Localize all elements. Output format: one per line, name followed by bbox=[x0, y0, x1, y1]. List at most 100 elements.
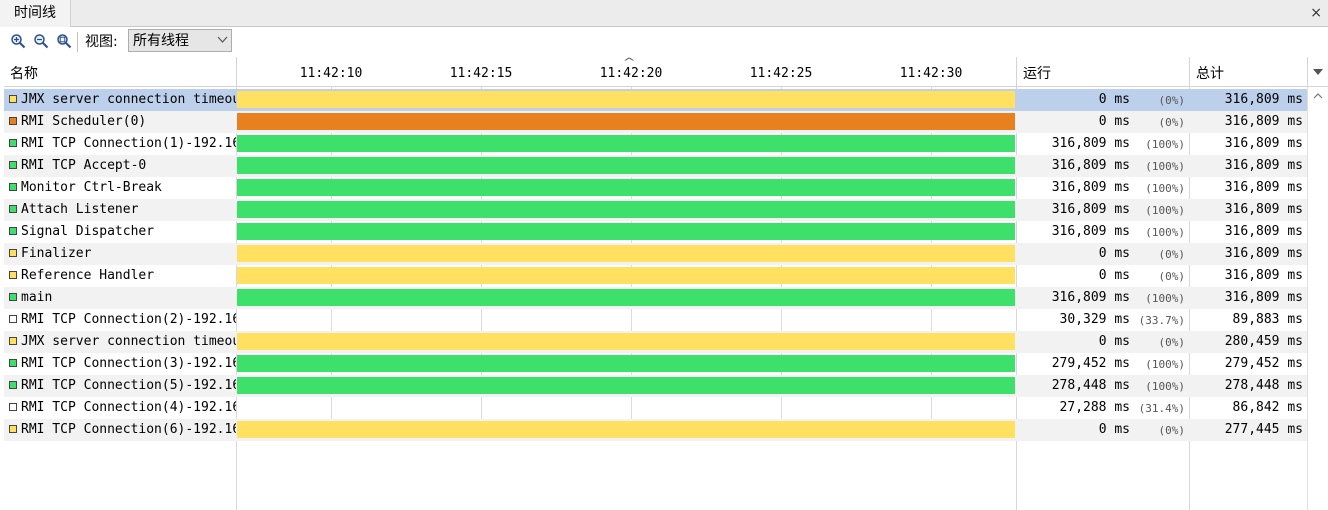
thread-row[interactable]: RMI TCP Connection(1)-192.168 316,809 ms (… bbox=[4, 133, 1307, 155]
thread-running-percent: (100%) bbox=[1145, 226, 1185, 239]
thread-total-time: 316,809 ms bbox=[1224, 246, 1303, 261]
thread-timeline-bar bbox=[237, 157, 1015, 174]
thread-state-icon bbox=[9, 381, 17, 389]
thread-row[interactable]: RMI TCP Connection(3)-192.168 279,452 ms (… bbox=[4, 353, 1307, 375]
thread-running-time: 0 ms bbox=[1098, 114, 1130, 129]
thread-row[interactable]: RMI TCP Connection(4)-192.168 27,288 ms (3… bbox=[4, 397, 1307, 419]
thread-name: JMX server connection timeout bbox=[21, 92, 236, 107]
thread-row[interactable]: JMX server connection timeout 0 ms (0%) 280… bbox=[4, 331, 1307, 353]
thread-timeline-bar bbox=[237, 377, 1015, 394]
thread-total-time: 316,809 ms bbox=[1224, 114, 1303, 129]
thread-state-icon bbox=[9, 359, 17, 367]
thread-total-time: 316,809 ms bbox=[1224, 158, 1303, 173]
thread-name: Attach Listener bbox=[21, 202, 139, 217]
thread-name-cell: Finalizer bbox=[4, 243, 236, 265]
thread-running-percent: (0%) bbox=[1158, 248, 1186, 261]
thread-row[interactable]: RMI TCP Connection(5)-192.168 278,448 ms (… bbox=[4, 375, 1307, 397]
thread-state-icon bbox=[9, 249, 17, 257]
column-header-name[interactable]: 名称 bbox=[4, 57, 236, 87]
thread-running-time: 279,452 ms bbox=[1051, 356, 1130, 371]
thread-state-icon bbox=[9, 425, 17, 433]
thread-running-percent: (0%) bbox=[1158, 424, 1186, 437]
thread-row[interactable]: JMX server connection timeout 0 ms (0%) 316… bbox=[4, 89, 1307, 111]
thread-row[interactable]: Signal Dispatcher 316,809 ms (100%) 316,809… bbox=[4, 221, 1307, 243]
thread-row[interactable]: Finalizer 0 ms (0%) 316,809 ms bbox=[4, 243, 1307, 265]
thread-total-time: 278,448 ms bbox=[1224, 378, 1303, 393]
thread-state-icon bbox=[9, 337, 17, 345]
thread-total-time: 86,842 ms bbox=[1232, 400, 1303, 415]
zoom-in-icon[interactable] bbox=[10, 33, 26, 49]
thread-timeline-bar bbox=[237, 289, 1015, 306]
thread-running-time: 316,809 ms bbox=[1051, 180, 1130, 195]
view-label: 视图: bbox=[85, 34, 118, 50]
thread-total-time: 316,809 ms bbox=[1224, 136, 1303, 151]
thread-name-cell: JMX server connection timeout bbox=[4, 331, 236, 353]
thread-name: Signal Dispatcher bbox=[21, 224, 155, 239]
triangle-down-icon bbox=[1313, 69, 1323, 75]
thread-name-cell: RMI TCP Connection(4)-192.168 bbox=[4, 397, 236, 419]
thread-running-percent: (100%) bbox=[1145, 182, 1185, 195]
column-menu-button[interactable] bbox=[1307, 57, 1328, 87]
thread-running-percent: (100%) bbox=[1145, 358, 1185, 371]
thread-state-icon bbox=[9, 161, 17, 169]
timeline-table: 名称 ^ 11:42:10 11:42:15 11:42:20 11:42:25 11:… bbox=[4, 56, 1328, 510]
thread-row[interactable]: RMI TCP Accept-0 316,809 ms (100%) 316,809 … bbox=[4, 155, 1307, 177]
thread-timeline-bar bbox=[237, 267, 1015, 284]
column-header-total[interactable]: 总计 bbox=[1189, 57, 1307, 87]
scroll-up-icon[interactable] bbox=[1313, 93, 1323, 99]
thread-timeline-bar bbox=[237, 223, 1015, 240]
thread-name-cell: RMI TCP Connection(2)-192.168 bbox=[4, 309, 236, 331]
view-select-value: 所有线程 bbox=[133, 33, 189, 49]
thread-row[interactable]: RMI TCP Connection(2)-192.168 30,329 ms (3… bbox=[4, 309, 1307, 331]
thread-running-time: 316,809 ms bbox=[1051, 290, 1130, 305]
thread-total-time: 277,445 ms bbox=[1224, 422, 1303, 437]
chevron-down-icon bbox=[217, 36, 228, 43]
view-select[interactable]: 所有线程 bbox=[128, 29, 232, 52]
thread-total-time: 89,883 ms bbox=[1232, 312, 1303, 327]
thread-name: Reference Handler bbox=[21, 268, 155, 283]
thread-running-time: 316,809 ms bbox=[1051, 136, 1130, 151]
thread-running-percent: (100%) bbox=[1145, 138, 1185, 151]
thread-timeline-bar bbox=[237, 113, 1015, 130]
thread-name: RMI TCP Connection(4)-192.168 bbox=[21, 400, 236, 415]
thread-row[interactable]: main 316,809 ms (100%) 316,809 ms bbox=[4, 287, 1307, 309]
zoom-out-icon[interactable] bbox=[33, 33, 49, 49]
thread-row[interactable]: Monitor Ctrl-Break 316,809 ms (100%) 316,80… bbox=[4, 177, 1307, 199]
thread-row[interactable]: Attach Listener 316,809 ms (100%) 316,809 m… bbox=[4, 199, 1307, 221]
thread-running-percent: (100%) bbox=[1145, 204, 1185, 217]
thread-total-time: 316,809 ms bbox=[1224, 290, 1303, 305]
thread-row[interactable]: Reference Handler 0 ms (0%) 316,809 ms bbox=[4, 265, 1307, 287]
thread-name: RMI TCP Connection(5)-192.168 bbox=[21, 378, 236, 393]
thread-state-icon bbox=[9, 139, 17, 147]
column-header-running[interactable]: 运行 bbox=[1016, 57, 1189, 87]
thread-total-time: 280,459 ms bbox=[1224, 334, 1303, 349]
thread-running-percent: (100%) bbox=[1145, 380, 1185, 393]
zoom-fit-icon[interactable] bbox=[56, 33, 72, 49]
thread-name-cell: RMI TCP Connection(1)-192.168 bbox=[4, 133, 236, 155]
thread-row[interactable]: RMI Scheduler(0) 0 ms (0%) 316,809 ms bbox=[4, 111, 1307, 133]
column-header-name-label: 名称 bbox=[10, 66, 38, 82]
thread-state-icon bbox=[9, 183, 17, 191]
thread-name: RMI TCP Accept-0 bbox=[21, 158, 147, 173]
thread-name-cell: Monitor Ctrl-Break bbox=[4, 177, 236, 199]
thread-state-icon bbox=[9, 293, 17, 301]
thread-name-cell: Reference Handler bbox=[4, 265, 236, 287]
thread-running-time: 30,329 ms bbox=[1059, 312, 1130, 327]
vertical-scrollbar[interactable] bbox=[1307, 87, 1328, 510]
thread-name: RMI TCP Connection(2)-192.168 bbox=[21, 312, 236, 327]
thread-state-icon bbox=[9, 315, 17, 323]
timeline-header[interactable]: ^ 11:42:10 11:42:15 11:42:20 11:42:25 11:42:… bbox=[236, 57, 1016, 87]
thread-running-time: 27,288 ms bbox=[1059, 400, 1130, 415]
thread-name: RMI TCP Connection(1)-192.168 bbox=[21, 136, 236, 151]
thread-name: RMI TCP Connection(3)-192.168 bbox=[21, 356, 236, 371]
toolbar-separator bbox=[77, 32, 78, 52]
thread-running-percent: (33.7%) bbox=[1138, 314, 1185, 327]
thread-running-time: 0 ms bbox=[1098, 268, 1130, 283]
close-icon[interactable]: × bbox=[1310, 5, 1322, 21]
thread-name-cell: Signal Dispatcher bbox=[4, 221, 236, 243]
window-title-tab[interactable]: 时间线 bbox=[0, 0, 71, 27]
thread-running-time: 316,809 ms bbox=[1051, 158, 1130, 173]
thread-row[interactable]: RMI TCP Connection(6)-192.168 0 ms (0%) 277… bbox=[4, 419, 1307, 441]
thread-running-time: 316,809 ms bbox=[1051, 202, 1130, 217]
thread-running-time: 0 ms bbox=[1098, 334, 1130, 349]
